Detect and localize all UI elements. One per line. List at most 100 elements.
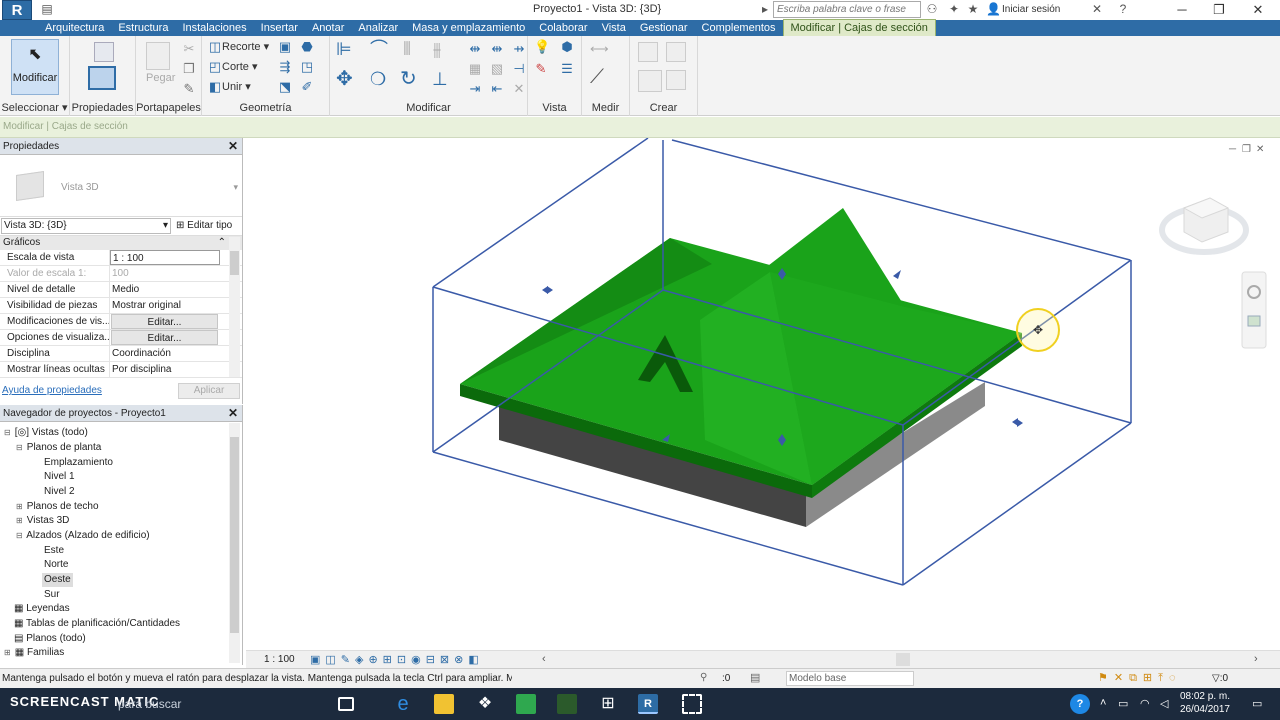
mirror-icon[interactable]: ⫴ xyxy=(400,40,414,58)
nav-bar[interactable] xyxy=(1241,271,1267,349)
tab-vista[interactable]: Vista xyxy=(595,20,633,36)
array-icon[interactable]: ▦ xyxy=(468,62,482,76)
edit-display-button[interactable]: Editar... xyxy=(111,330,218,345)
linework-icon[interactable]: ☰ xyxy=(560,62,574,76)
create-assembly-icon[interactable] xyxy=(666,42,686,62)
trim-icon[interactable]: ⊥ xyxy=(432,70,448,88)
tree-node-vistas3d[interactable]: ⊞ Vistas 3D xyxy=(16,514,69,528)
dropbox-icon[interactable]: ❖ xyxy=(475,694,495,714)
tray-chevron-icon[interactable]: ˄ xyxy=(1100,697,1106,709)
model-selector[interactable]: Modelo base xyxy=(786,671,914,686)
selection-filter-icons[interactable]: ⚑✕⧉⊞⤒◌ xyxy=(1098,671,1182,685)
cut-geometry-button[interactable]: ◰Corte ▾ xyxy=(208,60,258,74)
help-tray-icon[interactable]: ? xyxy=(1070,694,1090,714)
view-close-icon[interactable]: ✕ xyxy=(1256,144,1264,155)
prop-row[interactable]: Visibilidad de piezas Mostrar original xyxy=(0,298,242,314)
mirror2-icon[interactable]: ⫵ xyxy=(430,40,444,58)
tab-colaborar[interactable]: Colaborar xyxy=(532,20,594,36)
grip-arrow[interactable] xyxy=(893,270,901,279)
clock[interactable]: 08:02 p. m. 26/04/2017 xyxy=(1180,690,1230,716)
graphics-group[interactable]: Gráficos ⌃ xyxy=(0,236,242,250)
create-similar-icon[interactable] xyxy=(666,70,686,90)
extend2-icon[interactable]: ⇤ xyxy=(490,82,504,96)
wifi-icon[interactable]: ◠ xyxy=(1140,697,1150,710)
geometry-tool6-icon[interactable]: ✐ xyxy=(300,80,314,94)
tree-node-planos[interactable]: ▤ Planos (todo) xyxy=(14,632,86,646)
unpin-icon[interactable]: ⊣ xyxy=(512,62,526,76)
model-canvas[interactable]: ✥ ─ ❐ ✕ xyxy=(246,137,1280,650)
tree-node-oeste[interactable]: Oeste xyxy=(42,573,73,587)
brush-icon[interactable]: ✎ xyxy=(534,62,548,76)
volume-icon[interactable]: ◁ xyxy=(1160,697,1168,710)
close-properties-icon[interactable]: ✕ xyxy=(228,138,238,155)
revit-taskbar-icon[interactable]: R xyxy=(638,694,658,714)
tree-node-vistas[interactable]: ⊟ [◎] Vistas (todo) xyxy=(4,426,88,440)
apply-button[interactable]: Aplicar xyxy=(178,383,240,399)
file-explorer-icon[interactable] xyxy=(434,694,454,714)
tree-node-norte[interactable]: Norte xyxy=(44,558,68,572)
3d-viewport[interactable]: ✥ ─ ❐ ✕ xyxy=(246,137,1280,650)
tree-node-nivel1[interactable]: Nivel 1 xyxy=(44,470,75,484)
extend-icon[interactable]: ⇥ xyxy=(468,82,482,96)
view-restore-icon[interactable]: ❐ xyxy=(1242,144,1251,155)
move-icon[interactable]: ✥ xyxy=(336,69,353,89)
star-icon[interactable]: ✦ xyxy=(947,2,961,16)
geometry-tool3-icon[interactable]: ⇶ xyxy=(278,60,292,74)
rotate-icon[interactable]: ↻ xyxy=(400,69,417,89)
join-button[interactable]: ◧Unir ▾ xyxy=(208,80,251,94)
hscroll-thumb[interactable] xyxy=(896,653,910,666)
tree-node-leyendas[interactable]: ▦ Leyendas xyxy=(14,602,70,616)
help-search-input[interactable]: Escriba palabra clave o frase xyxy=(773,1,921,18)
tab-instalaciones[interactable]: Instalaciones xyxy=(175,20,253,36)
align-icon[interactable]: ⊫ xyxy=(336,40,352,58)
close-browser-icon[interactable]: ✕ xyxy=(228,405,238,422)
design-options-icon[interactable]: ▤ xyxy=(750,671,760,684)
edge-icon[interactable]: e xyxy=(393,694,413,714)
tab-modificar-cajas[interactable]: Modificar | Cajas de sección xyxy=(782,19,936,37)
copy-icon[interactable]: ❐ xyxy=(182,62,196,76)
tree-node-nivel2[interactable]: Nivel 2 xyxy=(44,485,75,499)
battery-icon[interactable]: ▭ xyxy=(1118,697,1128,710)
task-view-icon[interactable] xyxy=(338,697,354,711)
taskbar-search[interactable]: para buscar xyxy=(118,697,181,711)
close-button[interactable]: ✕ xyxy=(1238,0,1278,20)
tab-analizar[interactable]: Analizar xyxy=(351,20,405,36)
signin-link[interactable]: Iniciar sesión xyxy=(1002,4,1060,15)
view-tool-icon[interactable]: ⬢ xyxy=(560,40,574,54)
grip-arrow[interactable] xyxy=(1017,419,1023,427)
minimize-button[interactable]: ─ xyxy=(1162,0,1202,20)
prop-row[interactable]: Disciplina Coordinación xyxy=(0,346,242,362)
split-icon[interactable]: ⇹ xyxy=(468,42,482,56)
maximize-button[interactable]: ❐ xyxy=(1199,0,1239,20)
worksets-icon[interactable]: ⚲ xyxy=(700,672,707,683)
help-icon[interactable]: ? xyxy=(1116,2,1130,16)
tab-arquitectura[interactable]: Arquitectura xyxy=(38,20,111,36)
cut-icon[interactable]: ✂ xyxy=(182,42,196,56)
evernote-icon[interactable] xyxy=(516,694,536,714)
pin-icon[interactable]: ⇸ xyxy=(512,42,526,56)
zoom-icon[interactable] xyxy=(1247,315,1261,327)
edit-type-button[interactable]: ⊞ Editar tipo xyxy=(176,220,232,231)
prop-row[interactable]: Mostrar líneas ocultas Por disciplina xyxy=(0,362,242,378)
copy-element-icon[interactable]: ❍ xyxy=(370,70,386,88)
tab-insertar[interactable]: Insertar xyxy=(254,20,305,36)
match-icon[interactable]: ✎ xyxy=(182,82,196,96)
chevron-icon[interactable]: ▸ xyxy=(758,2,772,16)
tree-node-tablas[interactable]: ▦ Tablas de planificación/Cantidades xyxy=(14,617,180,631)
type-selector[interactable]: Vista 3D ▾ xyxy=(0,155,242,217)
revit-logo[interactable]: R xyxy=(2,0,32,20)
instance-selector[interactable]: Vista 3D: {3D} ▾ xyxy=(1,218,171,234)
properties-help-link[interactable]: Ayuda de propiedades xyxy=(2,385,102,396)
folder-icon[interactable]: ▤ xyxy=(40,2,54,16)
grip-arrow[interactable] xyxy=(547,286,553,294)
bulb-icon[interactable]: 💡 xyxy=(534,40,550,54)
tree-node-planos-planta[interactable]: ⊟ Planos de planta xyxy=(16,441,101,455)
tree-node-planos-techo[interactable]: ⊞ Planos de techo xyxy=(16,500,99,514)
edit-vg-button[interactable]: Editar... xyxy=(111,314,218,329)
cope-button[interactable]: ◫Recorte ▾ xyxy=(208,40,269,54)
scale-icon[interactable]: ▧ xyxy=(490,62,504,76)
scroll-left-icon[interactable]: ‹ xyxy=(542,653,546,665)
measure-icon[interactable]: ⟷ xyxy=(590,42,609,56)
view-scale[interactable]: 1 : 100 xyxy=(264,654,295,665)
viewcube-icon[interactable] xyxy=(1159,197,1249,255)
